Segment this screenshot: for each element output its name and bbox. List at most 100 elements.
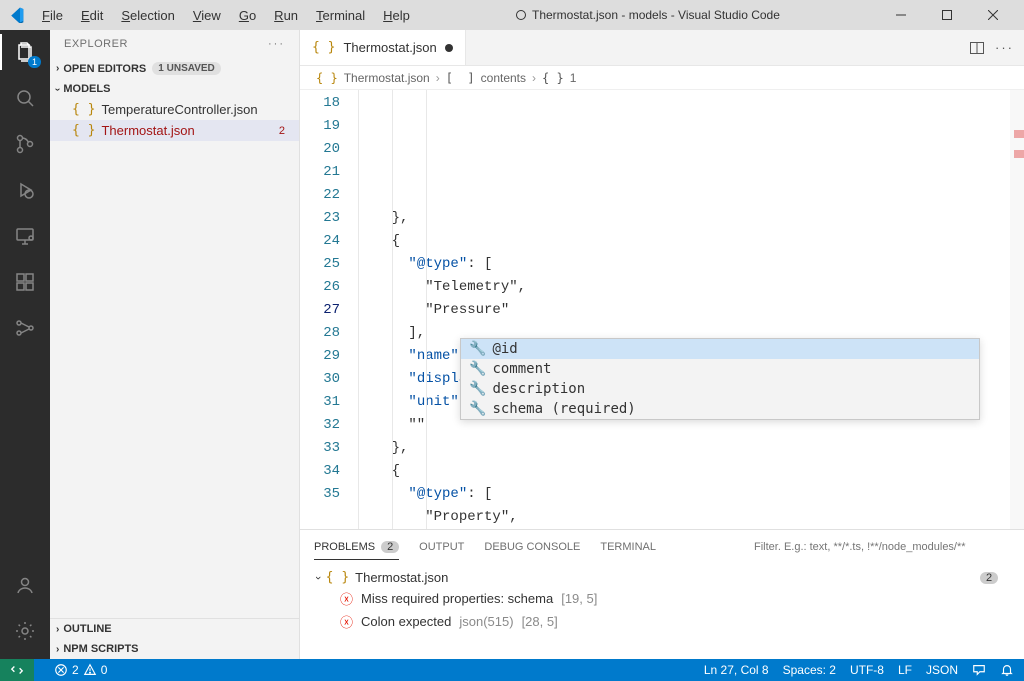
activity-explorer[interactable]: 1 bbox=[11, 38, 39, 66]
menu-terminal[interactable]: Terminal bbox=[308, 4, 373, 27]
suggest-label: comment bbox=[492, 361, 551, 377]
panel-tab-problems[interactable]: PROBLEMS 2 bbox=[314, 541, 399, 560]
activity-scm[interactable] bbox=[11, 130, 39, 158]
section-folder[interactable]: › MODELS bbox=[50, 79, 299, 99]
json-file-icon: { } bbox=[72, 123, 95, 138]
sidebar-more-icon[interactable]: ··· bbox=[268, 38, 285, 50]
tab-thermostat[interactable]: { } Thermostat.json bbox=[300, 30, 466, 65]
json-file-icon: { } bbox=[326, 570, 349, 585]
chevron-right-icon: › bbox=[56, 63, 59, 74]
suggest-item[interactable]: 🔧comment bbox=[461, 359, 979, 379]
panel-tab-debug[interactable]: DEBUG CONSOLE bbox=[484, 541, 580, 553]
split-editor-icon[interactable] bbox=[969, 40, 985, 56]
window-controls bbox=[878, 0, 1016, 30]
section-open-editors[interactable]: › OPEN EDITORS 1 UNSAVED bbox=[50, 58, 299, 79]
menu-file[interactable]: File bbox=[34, 4, 71, 27]
menu-view[interactable]: View bbox=[185, 4, 229, 27]
problem-location: [28, 5] bbox=[522, 614, 558, 629]
panel-tabs: PROBLEMS 2 OUTPUT DEBUG CONSOLE TERMINAL bbox=[300, 530, 1024, 564]
code-content[interactable]: }, { "@type": [ "Telemetry", "Pressure" … bbox=[358, 90, 1024, 529]
menu-selection[interactable]: Selection bbox=[113, 4, 182, 27]
bracket-icon: [ ] bbox=[446, 71, 475, 85]
error-icon: ⓧ bbox=[340, 612, 353, 631]
panel-tab-output[interactable]: OUTPUT bbox=[419, 541, 464, 553]
suggest-label: @id bbox=[492, 341, 517, 357]
file-problem-count: 2 bbox=[279, 125, 293, 137]
suggest-item[interactable]: 🔧 @id bbox=[461, 339, 979, 359]
problem-item[interactable]: ⓧ Colon expected json(515) [28, 5] bbox=[310, 610, 1014, 633]
unsaved-badge: 1 UNSAVED bbox=[152, 62, 221, 75]
status-bell-icon[interactable] bbox=[1000, 663, 1014, 677]
file-name: Thermostat.json bbox=[101, 123, 194, 138]
wrench-icon: 🔧 bbox=[469, 381, 486, 397]
suggest-item[interactable]: 🔧 description bbox=[461, 379, 979, 399]
breadcrumb-seg1: contents bbox=[481, 71, 526, 85]
problems-body: › { } Thermostat.json 2 ⓧMiss required p… bbox=[300, 564, 1024, 659]
editor-column: { } Thermostat.json ··· { } Thermostat.j… bbox=[300, 30, 1024, 659]
titlebar: File Edit Selection View Go Run Terminal… bbox=[0, 0, 1024, 30]
json-file-icon: { } bbox=[312, 40, 335, 55]
outline-label: OUTLINE bbox=[63, 623, 111, 635]
file-problems-count: 2 bbox=[980, 572, 998, 584]
maximize-button[interactable] bbox=[924, 0, 970, 30]
problems-file-row[interactable]: › { } Thermostat.json 2 bbox=[310, 568, 1014, 587]
editor-area[interactable]: 181920212223242526272829303132333435 }, … bbox=[300, 90, 1024, 529]
status-encoding[interactable]: UTF-8 bbox=[850, 663, 884, 677]
status-language[interactable]: JSON bbox=[926, 663, 958, 677]
breadcrumb[interactable]: { } Thermostat.json › [ ] contents › { }… bbox=[300, 66, 1024, 90]
problems-filter-input[interactable] bbox=[750, 539, 1010, 555]
status-feedback-icon[interactable] bbox=[972, 663, 986, 677]
tab-more-icon[interactable]: ··· bbox=[995, 40, 1014, 55]
status-bar: 2 0 Ln 27, Col 8 Spaces: 2 UTF-8 LF JSON bbox=[0, 659, 1024, 681]
file-item[interactable]: { }TemperatureController.json bbox=[50, 99, 299, 120]
sidebar-title: EXPLORER bbox=[64, 38, 128, 50]
problem-location: [19, 5] bbox=[561, 591, 597, 606]
dirty-indicator-icon bbox=[516, 10, 526, 20]
folder-label: MODELS bbox=[63, 83, 110, 95]
json-file-icon: { } bbox=[542, 71, 564, 85]
activity-search[interactable] bbox=[11, 84, 39, 112]
explorer-badge: 1 bbox=[28, 56, 41, 68]
bottom-panel: PROBLEMS 2 OUTPUT DEBUG CONSOLE TERMINAL… bbox=[300, 529, 1024, 659]
activity-bar: 1 bbox=[0, 30, 50, 659]
activity-settings[interactable] bbox=[11, 617, 39, 645]
suggest-widget[interactable]: 🔧@id🔧comment🔧description🔧schema (require… bbox=[460, 338, 980, 420]
activity-account[interactable] bbox=[11, 571, 39, 599]
minimize-button[interactable] bbox=[878, 0, 924, 30]
activity-iot[interactable] bbox=[11, 314, 39, 342]
problem-item[interactable]: ⓧMiss required properties: schema [19, 5… bbox=[310, 587, 1014, 610]
tab-label: Thermostat.json bbox=[343, 40, 436, 55]
minimap[interactable] bbox=[1010, 90, 1024, 529]
line-gutter: 181920212223242526272829303132333435 bbox=[300, 90, 358, 529]
menu-run[interactable]: Run bbox=[266, 4, 306, 27]
activity-debug[interactable] bbox=[11, 176, 39, 204]
remote-indicator[interactable] bbox=[0, 659, 34, 681]
problem-message: Colon expected bbox=[361, 614, 451, 629]
problem-source: json(515) bbox=[459, 614, 513, 629]
status-position[interactable]: Ln 27, Col 8 bbox=[704, 663, 769, 677]
open-editors-label: OPEN EDITORS bbox=[63, 63, 146, 75]
status-warning-count: 0 bbox=[101, 663, 108, 677]
panel-tab-terminal[interactable]: TERMINAL bbox=[600, 541, 656, 553]
status-eol[interactable]: LF bbox=[898, 663, 912, 677]
file-name: TemperatureController.json bbox=[101, 102, 257, 117]
problems-count: 2 bbox=[381, 541, 399, 553]
section-outline[interactable]: › OUTLINE bbox=[50, 619, 299, 639]
section-npm-scripts[interactable]: › NPM SCRIPTS bbox=[50, 639, 299, 659]
wrench-icon: 🔧 bbox=[469, 341, 486, 357]
suggest-item[interactable]: 🔧schema (required) bbox=[461, 399, 979, 419]
activity-remote[interactable] bbox=[11, 222, 39, 250]
suggest-label: description bbox=[492, 381, 585, 397]
menu-help[interactable]: Help bbox=[375, 4, 418, 27]
menu-go[interactable]: Go bbox=[231, 4, 264, 27]
menu-edit[interactable]: Edit bbox=[73, 4, 111, 27]
npm-label: NPM SCRIPTS bbox=[63, 643, 138, 655]
status-problems[interactable]: 2 0 bbox=[54, 663, 107, 677]
wrench-icon: 🔧 bbox=[469, 401, 486, 417]
file-item[interactable]: { } Thermostat.json 2 bbox=[50, 120, 299, 141]
close-button[interactable] bbox=[970, 0, 1016, 30]
problem-message: Miss required properties: schema bbox=[361, 591, 553, 606]
activity-extensions[interactable] bbox=[11, 268, 39, 296]
file-list: { }TemperatureController.json { } Thermost… bbox=[50, 99, 299, 141]
status-spaces[interactable]: Spaces: 2 bbox=[783, 663, 836, 677]
